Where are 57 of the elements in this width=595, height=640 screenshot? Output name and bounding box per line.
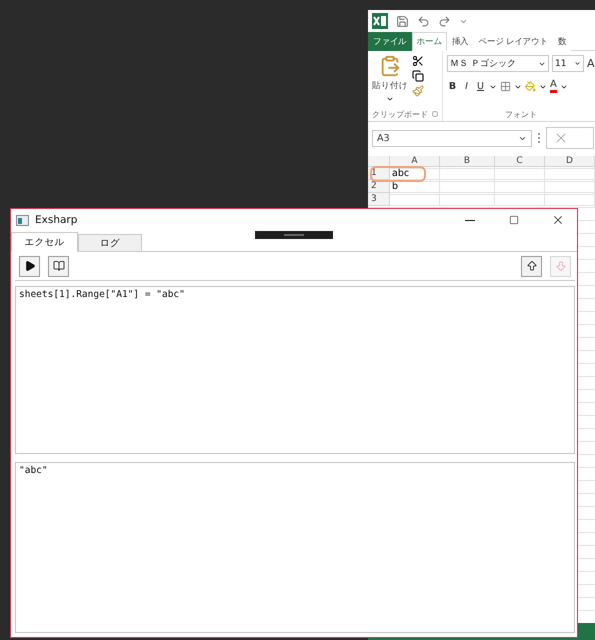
empty-cell[interactable] bbox=[440, 193, 495, 206]
column-header[interactable]: C bbox=[495, 156, 545, 167]
scissors-icon[interactable] bbox=[412, 55, 424, 67]
empty-cell[interactable] bbox=[545, 167, 595, 180]
window-title: Exsharp bbox=[35, 214, 78, 226]
caret-icon[interactable] bbox=[574, 60, 581, 67]
row-header[interactable]: 3 bbox=[368, 193, 390, 206]
empty-cell[interactable] bbox=[440, 180, 495, 193]
empty-cell[interactable] bbox=[545, 180, 595, 193]
output-field[interactable]: "abc" bbox=[15, 462, 575, 633]
column-header[interactable]: A bbox=[390, 156, 440, 167]
launcher-icon[interactable] bbox=[432, 111, 438, 117]
empty-cell[interactable] bbox=[545, 193, 595, 206]
font-name-field[interactable]: ＭＳ Ｐゴシック bbox=[447, 55, 549, 72]
app-icon bbox=[16, 214, 29, 226]
column-header[interactable]: D bbox=[545, 156, 595, 167]
caret-icon[interactable] bbox=[386, 95, 394, 103]
format-button[interactable]: I bbox=[461, 81, 472, 92]
font-color-button[interactable]: A bbox=[550, 80, 557, 93]
grow-font-button[interactable]: A bbox=[587, 57, 595, 70]
empty-cell[interactable] bbox=[495, 167, 545, 180]
table-cell[interactable]: b bbox=[390, 180, 440, 193]
column-header[interactable]: B bbox=[440, 156, 495, 167]
format-button[interactable]: U bbox=[475, 81, 486, 92]
up-arrow-icon bbox=[526, 260, 538, 272]
play-icon bbox=[24, 260, 36, 272]
code-editor[interactable]: sheets[1].Range["A1"] = "abc" bbox=[15, 286, 575, 454]
font-size-field[interactable]: 11 bbox=[552, 55, 584, 72]
tab[interactable]: エクセル bbox=[11, 232, 78, 252]
select-all-corner[interactable] bbox=[368, 156, 390, 167]
paste-icon[interactable] bbox=[379, 55, 401, 77]
empty-cell[interactable] bbox=[495, 193, 545, 206]
empty-cell[interactable] bbox=[495, 180, 545, 193]
cancel-button[interactable] bbox=[546, 127, 594, 149]
undo-icon[interactable] bbox=[417, 14, 430, 28]
book-icon bbox=[52, 260, 64, 272]
format-button[interactable]: B bbox=[447, 81, 458, 92]
group-label: フォント bbox=[504, 108, 537, 120]
book-button[interactable] bbox=[48, 256, 69, 276]
name-box[interactable]: A3 bbox=[372, 130, 532, 146]
save-icon[interactable] bbox=[396, 14, 409, 28]
fill-color-icon[interactable] bbox=[525, 81, 536, 92]
drag-handle[interactable] bbox=[255, 231, 333, 239]
ribbon-tab[interactable]: ファイル bbox=[368, 32, 412, 51]
run-button[interactable] bbox=[19, 256, 40, 276]
spreadsheet-logo-icon bbox=[372, 13, 388, 29]
maximize-icon bbox=[509, 215, 519, 225]
redo-icon[interactable] bbox=[438, 14, 451, 28]
tab[interactable]: ログ bbox=[78, 234, 142, 252]
group-label: クリップボード bbox=[372, 108, 428, 120]
copy-icon[interactable] bbox=[412, 70, 424, 82]
down-arrow-icon bbox=[554, 260, 566, 272]
paste-label[interactable]: 貼り付け bbox=[372, 80, 408, 92]
ribbon-tab[interactable]: ホーム bbox=[412, 32, 447, 51]
table-cell[interactable]: abc bbox=[390, 167, 440, 180]
up-button[interactable] bbox=[521, 256, 542, 276]
empty-cell[interactable] bbox=[440, 167, 495, 180]
